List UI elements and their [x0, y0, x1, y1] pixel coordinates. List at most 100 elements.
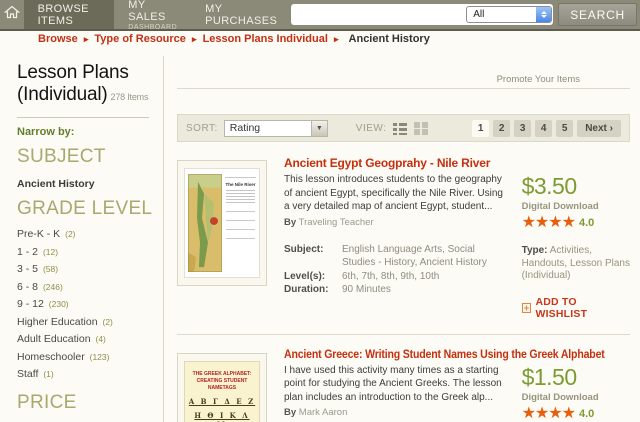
main-content: Promote Your Items SORT: Rating ▼ VIEW: …: [165, 56, 640, 422]
product-title-link[interactable]: Ancient Egypt Geogprahy - Nile River: [284, 156, 630, 170]
grade-count: (2): [102, 316, 113, 327]
promote-your-items-link[interactable]: Promote Your Items: [497, 74, 580, 85]
product-thumbnail[interactable]: THE GREEK ALPHABET: CREATING STUDENT NAM…: [177, 352, 267, 422]
product-byline: By Traveling Teacher: [284, 217, 510, 228]
greek-thumb-title: THE GREEK ALPHABET: CREATING STUDENT NAM…: [192, 370, 252, 391]
grade-item-adult-education[interactable]: Adult Education (4): [17, 331, 163, 349]
rating-row: ★★★★ 4.0: [522, 405, 630, 422]
product-description: This lesson introduces students to the g…: [284, 174, 503, 212]
add-to-wishlist-button[interactable]: + ADD TO WISHLIST: [521, 296, 630, 320]
grade-item-6-8[interactable]: 6 - 8 (246): [17, 279, 163, 297]
top-nav: BROWSE ITEMS MY SALES DASHBOARD MY PURCH…: [0, 0, 640, 31]
page-button-2[interactable]: 2: [493, 119, 511, 137]
grade-count: (58): [42, 264, 59, 274]
view-label: VIEW:: [355, 122, 387, 134]
grade-count: (230): [48, 299, 69, 309]
tab-my-sales-sublabel: DASHBOARD: [128, 23, 178, 31]
grade-level-list: Pre-K - K (2) 1 - 2 (12) 3 - 5 (58) 6 - …: [17, 226, 163, 384]
by-label: By: [284, 216, 297, 228]
worksheet-text: The Nile River: [225, 174, 256, 272]
product-info: This lesson introduces students to the g…: [284, 173, 522, 320]
search-input[interactable]: [292, 8, 467, 21]
author-link[interactable]: Traveling Teacher: [299, 217, 374, 228]
product-row-greek-alphabet: THE GREEK ALPHABET: CREATING STUDENT NAM…: [177, 347, 630, 422]
product-type: Type: Activities, Handouts, Lesson Plans…: [522, 245, 630, 283]
worksheet-title: The Nile River: [225, 182, 256, 187]
by-label: By: [284, 407, 297, 418]
page-button-3[interactable]: 3: [514, 119, 532, 137]
breadcrumb: Browse ▸ Type of Resource ▸ Lesson Plans…: [38, 33, 430, 45]
tab-my-sales-label: MY SALES: [128, 0, 166, 23]
greek-letters-row: Α Β Γ Δ Ε Ζ: [188, 396, 256, 406]
list-view-icon[interactable]: [393, 122, 408, 135]
breadcrumb-separator: ▸: [191, 34, 197, 44]
delivery-type: Digital Download: [521, 391, 599, 403]
star-rating-icons[interactable]: ★★★★: [522, 405, 576, 422]
breadcrumb-lesson-plans[interactable]: Lesson Plans Individual: [203, 33, 328, 45]
breadcrumb-separator: ▸: [333, 34, 339, 44]
filter-sidebar: Lesson Plans (Individual) 278 Items Narro…: [0, 56, 164, 422]
sidebar-divider: [17, 117, 149, 118]
tab-browse-items-label: BROWSE ITEMS: [37, 2, 89, 27]
results-toolbar: SORT: Rating ▼ VIEW: 1 2 3 4 5 Next ›: [177, 114, 630, 142]
breadcrumb-browse[interactable]: Browse: [38, 33, 78, 45]
greek-letters-row: Η Θ Ι Κ Λ Μ: [194, 410, 250, 422]
grade-count: (1): [43, 369, 54, 379]
home-icon: [3, 5, 20, 24]
grade-item-3-5[interactable]: 3 - 5 (58): [17, 261, 163, 279]
product-thumbnail[interactable]: The Nile River: [177, 160, 267, 286]
page-button-5[interactable]: 5: [556, 119, 574, 137]
tab-my-purchases-label: MY PURCHASES: [205, 2, 278, 27]
author-link[interactable]: Mark Aaron: [299, 407, 348, 418]
search-area: All SEARCH: [291, 0, 640, 29]
page-button-4[interactable]: 4: [535, 119, 553, 137]
category-title: Lesson Plans (Individual) 278 Items: [17, 62, 149, 105]
breadcrumb-type-of-resource[interactable]: Type of Resource: [94, 33, 186, 45]
sort-select[interactable]: Rating ▼: [223, 119, 328, 137]
grid-view-icon[interactable]: [414, 121, 429, 135]
breadcrumb-current: Ancient History: [348, 33, 430, 45]
search-filter-select[interactable]: All: [466, 6, 553, 23]
product-title-link[interactable]: Ancient Greece: Writing Student Names Us…: [284, 347, 605, 361]
facet-subject-ancient-history[interactable]: Ancient History: [17, 178, 163, 190]
star-rating-icons[interactable]: ★★★★: [522, 215, 576, 231]
product-description: I have used this activity many times as …: [284, 364, 502, 403]
meta-value-levels: 6th, 7th, 8th, 9th, 10th: [342, 270, 440, 282]
facet-heading-price: PRICE: [17, 391, 77, 413]
grade-item-9-12[interactable]: 9 - 12 (230): [17, 296, 163, 314]
product-row-nile-river: The Nile River Ancient Egypt Geogprahy -…: [177, 156, 630, 335]
tab-my-sales[interactable]: MY SALES DASHBOARD: [114, 0, 191, 31]
grade-item-staff[interactable]: Staff (1): [17, 366, 163, 384]
plus-icon: +: [521, 302, 532, 313]
product-meta: Subject: English Language Arts, Social St…: [284, 243, 510, 297]
grade-item-homeschooler[interactable]: Homeschooler (123): [17, 349, 163, 367]
search-filter-value: All: [473, 9, 485, 20]
search-button[interactable]: SEARCH: [558, 3, 637, 26]
grade-item-1-2[interactable]: 1 - 2 (12): [17, 244, 163, 262]
tab-my-purchases[interactable]: MY PURCHASES: [191, 0, 291, 29]
home-button[interactable]: [0, 0, 24, 29]
egypt-map-image: [188, 174, 222, 272]
page-button-1[interactable]: 1: [472, 119, 490, 137]
delivery-type: Digital Download: [521, 201, 599, 212]
select-stepper-icon: [536, 7, 552, 22]
product-price: $3.50: [521, 173, 578, 199]
grade-count: (2): [65, 229, 76, 239]
meta-value-subject: English Language Arts, Social Studies - …: [342, 243, 487, 269]
grade-count: (246): [42, 281, 63, 292]
sort-value: Rating: [229, 121, 261, 134]
grade-item-prek-k[interactable]: Pre-K - K (2): [17, 226, 163, 244]
product-purchase-column: $1.50 Digital Download ★★★★ 4.0 Type: Ac…: [522, 364, 630, 422]
rating-value: 4.0: [578, 407, 595, 420]
breadcrumb-separator: ▸: [83, 34, 89, 44]
chevron-down-icon: ▼: [310, 120, 327, 136]
product-info: I have used this activity many times as …: [284, 364, 522, 422]
sort-label: SORT:: [186, 122, 218, 134]
items-count: 278 Items: [110, 92, 149, 102]
rating-value: 4.0: [578, 217, 595, 229]
grade-item-higher-education[interactable]: Higher Education (2): [17, 314, 163, 332]
meta-label-levels: Level(s):: [284, 270, 326, 282]
tab-browse-items[interactable]: BROWSE ITEMS: [23, 0, 115, 29]
facet-heading-grade-level: GRADE LEVEL: [17, 198, 153, 219]
next-page-button[interactable]: Next ›: [577, 119, 621, 137]
